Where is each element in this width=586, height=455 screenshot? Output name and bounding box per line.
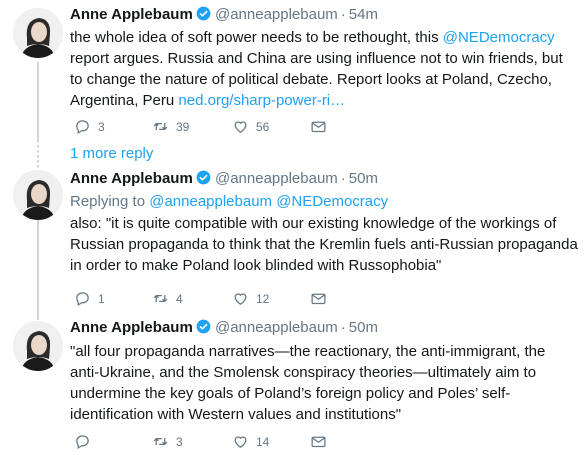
retweet-icon bbox=[153, 294, 168, 303]
author-handle[interactable]: @anneapplebaum bbox=[215, 6, 338, 23]
author-name[interactable]: Anne Applebaum bbox=[70, 319, 193, 336]
verified-badge-icon bbox=[196, 6, 211, 21]
message-button[interactable] bbox=[310, 433, 327, 450]
reply-icon bbox=[76, 292, 89, 307]
separator-dot: · bbox=[340, 170, 346, 187]
like-button[interactable]: 56 bbox=[232, 118, 269, 135]
like-count: 12 bbox=[256, 291, 270, 306]
reply-icon bbox=[76, 435, 89, 450]
tweet-time[interactable]: 50m bbox=[349, 319, 378, 336]
reply-icon bbox=[76, 120, 89, 135]
tweet-header: Anne Applebaum @anneapplebaum · 50m bbox=[70, 318, 578, 338]
reply-button[interactable]: 1 bbox=[74, 290, 105, 307]
envelope-icon bbox=[311, 293, 326, 305]
author-name[interactable]: Anne Applebaum bbox=[70, 6, 193, 23]
avatar[interactable] bbox=[13, 321, 63, 371]
reply-button[interactable]: 3 bbox=[74, 118, 105, 135]
retweet-button[interactable]: 4 bbox=[152, 290, 183, 307]
heart-icon bbox=[234, 436, 247, 448]
retweet-icon bbox=[153, 122, 168, 131]
envelope-icon bbox=[311, 121, 326, 133]
tweet-text: also: "it is quite compatible with our e… bbox=[70, 215, 582, 274]
envelope-icon bbox=[311, 436, 326, 448]
separator-dot: · bbox=[340, 319, 346, 336]
replying-to: Replying to @anneapplebaum @NEDemocracy bbox=[70, 192, 578, 212]
retweet-count: 39 bbox=[176, 119, 190, 134]
message-button[interactable] bbox=[310, 290, 327, 307]
retweet-count: 3 bbox=[176, 434, 183, 449]
like-count: 56 bbox=[256, 119, 270, 134]
reply-count: 3 bbox=[98, 119, 105, 134]
message-button[interactable] bbox=[310, 118, 327, 135]
retweet-button[interactable]: 39 bbox=[152, 118, 189, 135]
verified-badge-icon bbox=[196, 170, 211, 185]
replying-to-handles[interactable]: @anneapplebaum @NEDemocracy bbox=[149, 193, 388, 210]
reply-button[interactable] bbox=[74, 433, 98, 450]
tweet-header: Anne Applebaum @anneapplebaum · 54m bbox=[70, 5, 578, 25]
author-handle[interactable]: @anneapplebaum bbox=[215, 319, 338, 336]
like-button[interactable]: 12 bbox=[232, 290, 269, 307]
mention-link[interactable]: @NEDemocracy bbox=[443, 29, 555, 46]
retweet-icon bbox=[153, 437, 168, 446]
tweet-text: the whole idea of soft power needs to be… bbox=[70, 27, 578, 111]
tweet-text: "all four propaganda narratives—the reac… bbox=[70, 343, 550, 423]
tweet-time[interactable]: 50m bbox=[349, 170, 378, 187]
verified-badge-icon bbox=[196, 319, 211, 334]
reply-count: 1 bbox=[98, 291, 105, 306]
avatar[interactable] bbox=[13, 8, 63, 58]
tweet-header: Anne Applebaum @anneapplebaum · 50m bbox=[70, 169, 578, 189]
retweet-count: 4 bbox=[176, 291, 183, 306]
like-count: 14 bbox=[256, 434, 270, 449]
tweet-time[interactable]: 54m bbox=[349, 6, 378, 23]
more-replies-link[interactable]: 1 more reply bbox=[70, 145, 153, 162]
retweet-button[interactable]: 3 bbox=[152, 433, 183, 450]
separator-dot: · bbox=[340, 6, 346, 23]
tweet[interactable]: Anne Applebaum @anneapplebaum · 50m Replyi… bbox=[0, 166, 586, 314]
url-link[interactable]: ned.org/sharp-power-ri… bbox=[178, 92, 345, 109]
author-name[interactable]: Anne Applebaum bbox=[70, 170, 193, 187]
heart-icon bbox=[234, 121, 247, 133]
tweet-text-part: the whole idea of soft power needs to be… bbox=[70, 29, 443, 46]
tweet[interactable]: Anne Applebaum @anneapplebaum · 54m the wh… bbox=[0, 0, 586, 140]
like-button[interactable]: 14 bbox=[232, 433, 269, 450]
tweet[interactable]: Anne Applebaum @anneapplebaum · 50m "all f… bbox=[0, 315, 586, 455]
replying-to-label: Replying to bbox=[70, 193, 150, 210]
author-handle[interactable]: @anneapplebaum bbox=[215, 170, 338, 187]
heart-icon bbox=[234, 293, 247, 305]
avatar[interactable] bbox=[13, 170, 63, 220]
